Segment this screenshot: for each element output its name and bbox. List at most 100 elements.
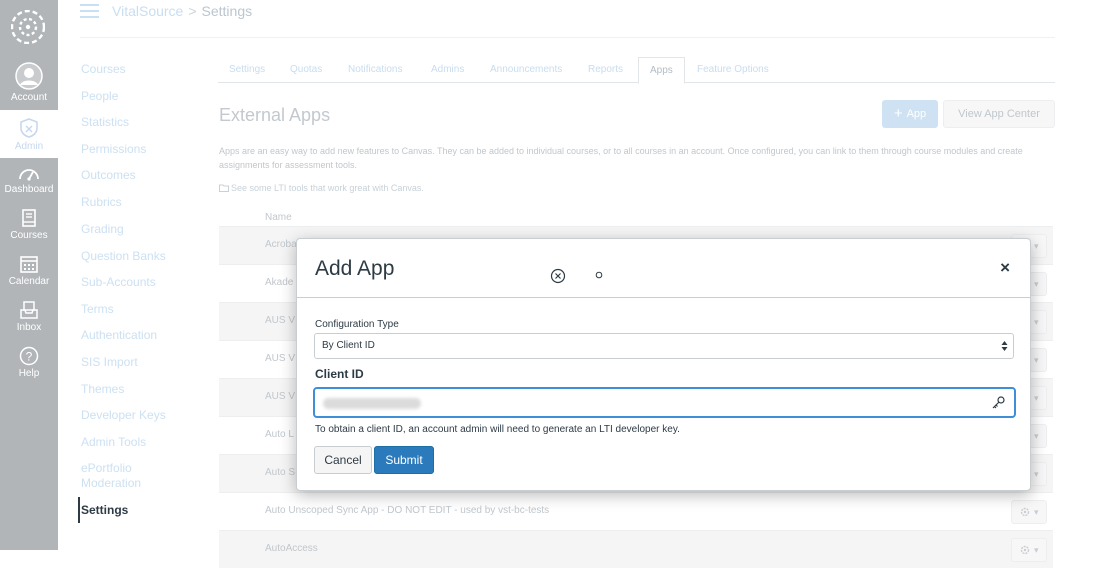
global-nav-label: Calendar (8, 276, 50, 287)
tab-quotas[interactable]: Quotas (290, 57, 322, 83)
global-nav-admin[interactable]: Admin (0, 110, 58, 158)
tab-announcements[interactable]: Announcements (490, 57, 562, 83)
app-name: Auto S (265, 467, 296, 478)
book-icon (22, 209, 36, 227)
table-row: AutoAccess ▾ (219, 530, 1053, 568)
lti-tools-link[interactable]: See some LTI tools that work great with … (219, 183, 424, 193)
intro-text: Apps are an easy way to add new features… (219, 146, 1023, 170)
global-nav-account[interactable]: Account (0, 62, 58, 103)
global-nav-label: Account (10, 92, 48, 103)
client-id-help-text: To obtain a client ID, an account admin … (315, 424, 680, 435)
page-title: External Apps (219, 105, 331, 125)
account-nav-item[interactable]: Sub-Accounts (81, 275, 156, 290)
header-divider (80, 37, 1055, 38)
tab-settings[interactable]: Settings (229, 57, 265, 83)
cursor-cancel-icon (550, 268, 566, 284)
cancel-button[interactable]: Cancel (314, 446, 372, 474)
submit-button[interactable]: Submit (374, 446, 434, 474)
select-arrows-icon (1001, 341, 1008, 351)
dashboard-icon (19, 169, 39, 181)
global-nav-label: Courses (10, 230, 48, 241)
account-nav-item[interactable]: Terms (81, 302, 114, 317)
lti-tools-link-label: See some LTI tools that work great with … (231, 183, 424, 193)
add-app-label: App (906, 108, 927, 120)
account-nav-item-active[interactable]: Settings (81, 503, 128, 518)
tab-feature-options[interactable]: Feature Options (697, 57, 769, 83)
calendar-icon (20, 256, 38, 273)
global-nav-courses[interactable]: Courses (0, 208, 58, 241)
account-nav-item[interactable]: Statistics (81, 115, 129, 130)
configuration-type-value: By Client ID (322, 340, 375, 351)
table-row: Auto Unscoped Sync App - DO NOT EDIT - u… (219, 492, 1053, 530)
shield-icon (20, 118, 38, 138)
client-id-label: Client ID (315, 367, 364, 381)
account-nav-item[interactable]: SIS Import (81, 355, 138, 370)
app-name: AUS V (265, 391, 296, 402)
global-nav-label: Inbox (16, 322, 42, 333)
tab-reports[interactable]: Reports (588, 57, 623, 83)
configuration-type-label: Configuration Type (315, 319, 399, 330)
app-name: AutoAccess (265, 543, 318, 554)
plus-icon: + (893, 105, 903, 122)
dialog-title: Add App (315, 257, 395, 280)
add-app-button[interactable]: + App (882, 100, 938, 128)
account-nav-item[interactable]: Question Banks (81, 249, 166, 264)
global-nav-dashboard[interactable]: Dashboard (0, 164, 58, 195)
app-name: AUS V (265, 353, 296, 364)
global-nav-label: Admin (14, 141, 44, 152)
tab-notifications[interactable]: Notifications (348, 57, 402, 83)
account-nav-item[interactable]: Authentication (81, 328, 157, 343)
view-app-center-button[interactable]: View App Center (943, 100, 1055, 128)
global-nav-label: Dashboard (4, 184, 54, 195)
close-icon[interactable]: × (1000, 259, 1010, 276)
canvas-logo-icon[interactable] (11, 10, 45, 44)
active-nav-indicator (78, 497, 80, 523)
account-nav-item[interactable]: Rubrics (81, 195, 122, 210)
breadcrumb-root[interactable]: VitalSource (112, 3, 183, 19)
app-name: Auto L (265, 429, 294, 440)
breadcrumb-current: Settings (201, 3, 253, 19)
account-nav-item[interactable]: Developer Keys (81, 408, 166, 423)
global-nav-inbox[interactable]: Inbox (0, 300, 58, 333)
app-settings-menu[interactable]: ▾ (1011, 538, 1047, 562)
tab-admins[interactable]: Admins (431, 57, 464, 83)
breadcrumb: VitalSource > Settings (112, 3, 252, 19)
hamburger-menu-icon[interactable] (80, 4, 99, 18)
svg-text:?: ? (26, 350, 33, 364)
account-nav-item[interactable]: Outcomes (81, 168, 136, 183)
cursor-dot-icon (595, 271, 603, 279)
account-nav-item[interactable]: Grading (81, 222, 124, 237)
global-nav-label: Help (18, 368, 40, 379)
account-nav-item[interactable]: ePortfolio Moderation (81, 461, 161, 491)
client-id-input[interactable] (313, 387, 1016, 418)
tab-apps[interactable]: Apps (638, 57, 685, 84)
help-icon: ? (19, 346, 39, 366)
account-nav-item[interactable]: Permissions (81, 142, 146, 157)
folder-icon (219, 184, 229, 192)
account-nav-item[interactable]: Themes (81, 382, 124, 397)
page-header: VitalSource > Settings (80, 0, 1060, 24)
dialog-header: Add App × (297, 239, 1030, 298)
gear-icon (1021, 507, 1030, 517)
account-nav-item[interactable]: Courses (81, 62, 126, 77)
account-nav-item[interactable]: Admin Tools (81, 435, 146, 450)
app-name: Acroba (265, 239, 297, 250)
app-name: AUS V (265, 315, 296, 326)
redacted-client-id (323, 398, 421, 409)
global-nav-help[interactable]: ? Help (0, 346, 58, 379)
app-settings-menu[interactable]: ▾ (1011, 500, 1047, 524)
inbox-icon (20, 301, 38, 319)
breadcrumb-separator: > (188, 3, 197, 19)
global-nav: Account Admin Dashboard Courses Calendar… (0, 0, 58, 550)
global-nav-calendar[interactable]: Calendar (0, 254, 58, 287)
app-name: Akade (265, 277, 294, 288)
settings-tabs: Settings Quotas Notifications Admins Ann… (218, 57, 1055, 84)
add-app-dialog: Add App × Configuration Type By Client I… (296, 238, 1031, 491)
app-name: Auto Unscoped Sync App - DO NOT EDIT - u… (265, 505, 550, 516)
gear-icon (1021, 545, 1030, 555)
configuration-type-select[interactable]: By Client ID (314, 333, 1014, 359)
key-icon[interactable] (990, 395, 1006, 411)
user-circle-icon (15, 62, 43, 90)
name-column-header: Name (265, 212, 292, 223)
account-nav-item[interactable]: People (81, 89, 118, 104)
